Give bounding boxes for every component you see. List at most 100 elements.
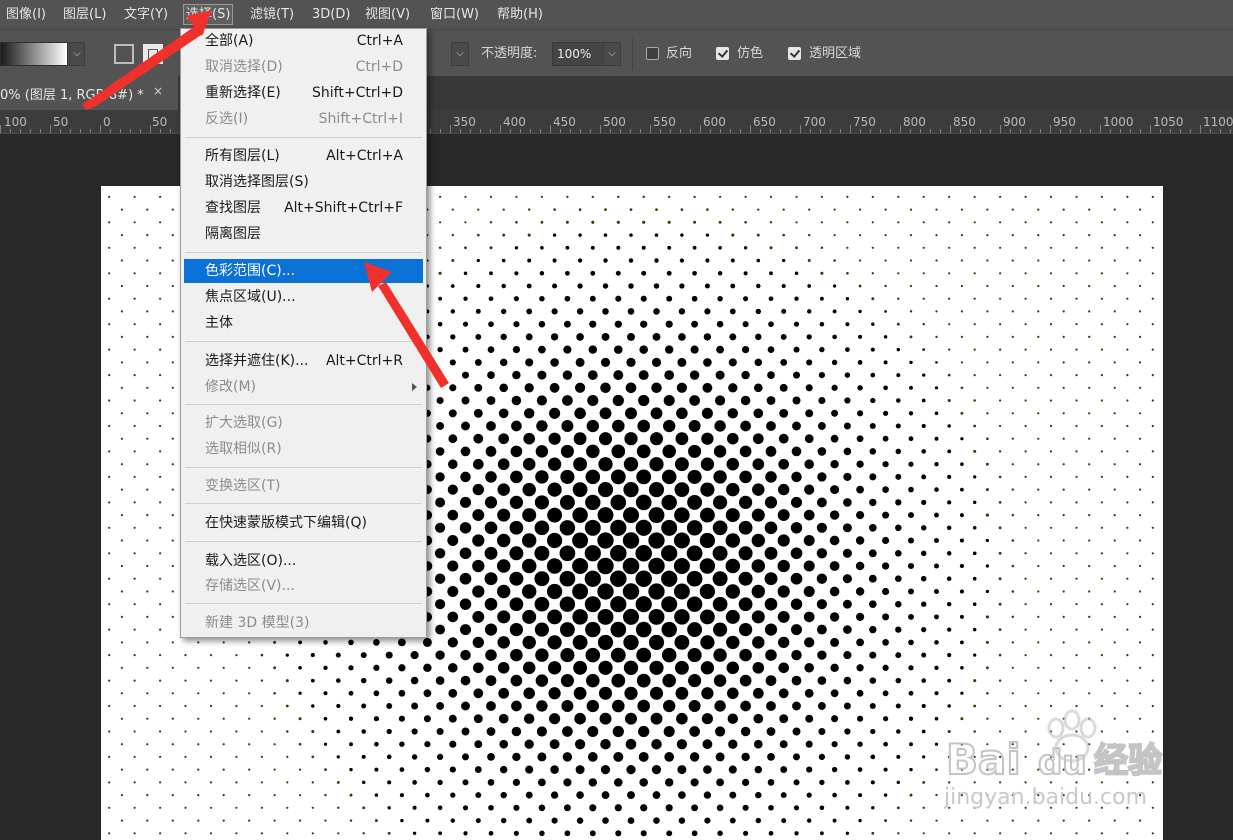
- ruler-tick: [1020, 129, 1021, 133]
- menu-item-load-selection[interactable]: 载入选区(O)...: [184, 549, 423, 573]
- opacity-input[interactable]: 100%: [552, 42, 604, 66]
- close-icon[interactable]: ×: [153, 84, 163, 98]
- ruler-tick: [1040, 129, 1041, 133]
- ruler-label: 0: [103, 115, 111, 129]
- ruler-tick: [140, 129, 141, 133]
- menu-type[interactable]: 文字(Y): [124, 5, 168, 24]
- menu-item-transform-selection[interactable]: 变换选区(T): [184, 474, 423, 498]
- menu-item-select-all[interactable]: 全部(A) Ctrl+A: [184, 29, 423, 53]
- ruler-tick: [560, 129, 561, 133]
- ruler-tick: [90, 129, 91, 133]
- menu-item-grow[interactable]: 扩大选取(G): [184, 411, 423, 435]
- menu-item-reselect[interactable]: 重新选择(E) Shift+Ctrl+D: [184, 81, 423, 105]
- menu-help[interactable]: 帮助(H): [497, 5, 543, 24]
- menu-item-similar[interactable]: 选取相似(R): [184, 437, 423, 461]
- ruler-tick: [80, 129, 81, 133]
- dither-checkbox[interactable]: [716, 47, 729, 60]
- menu-layer[interactable]: 图层(L): [63, 5, 106, 24]
- mode-inner-square-icon: [148, 49, 158, 59]
- ruler-tick: [1050, 125, 1051, 133]
- ruler-tick: [500, 125, 501, 133]
- ruler-label: 650: [753, 115, 776, 129]
- mode-linear-icon[interactable]: [143, 44, 163, 64]
- gradient-preview[interactable]: [0, 42, 68, 66]
- ruler-label: 600: [703, 115, 726, 129]
- menu-select[interactable]: 选择(S): [183, 4, 234, 25]
- ruler-label: 400: [503, 115, 526, 129]
- menu-item-save-selection[interactable]: 存储选区(V)...: [184, 574, 423, 598]
- gradient-dropdown-chevron-icon[interactable]: ⌵: [69, 42, 85, 66]
- ruler-tick: [40, 129, 41, 133]
- ruler-tick: [600, 125, 601, 133]
- menu-item-color-range[interactable]: 色彩范围(C)...: [184, 259, 423, 283]
- menu-item-isolate-layers[interactable]: 隔离图层: [184, 222, 423, 246]
- menu-item-deselect-layers[interactable]: 取消选择图层(S): [184, 170, 423, 194]
- menu-item-find-layers[interactable]: 查找图层 Alt+Shift+Ctrl+F: [184, 196, 423, 220]
- menu-view[interactable]: 视图(V): [365, 5, 410, 24]
- ruler-label: 950: [1053, 115, 1076, 129]
- mode-dropdown-chevron-icon[interactable]: ⌵: [451, 42, 469, 66]
- menu-separator: [185, 252, 422, 253]
- ruler-label: 100: [4, 115, 27, 129]
- ruler-tick: [990, 129, 991, 133]
- menu-item-select-and-mask[interactable]: 选择并遮住(K)... Alt+Ctrl+R: [184, 349, 423, 373]
- ruler-tick: [850, 125, 851, 133]
- ruler-tick: [960, 129, 961, 133]
- ruler-tick: [1210, 129, 1211, 133]
- menu-item-subject[interactable]: 主体: [184, 311, 423, 335]
- reverse-label: 反向: [666, 46, 693, 61]
- ruler-tick: [630, 129, 631, 133]
- transparency-checkbox[interactable]: [788, 47, 801, 60]
- menu-filter[interactable]: 滤镜(T): [250, 5, 294, 24]
- ruler-tick: [1090, 129, 1091, 133]
- reverse-checkbox[interactable]: [646, 47, 659, 60]
- ruler-tick: [930, 129, 931, 133]
- ruler-tick: [1150, 125, 1151, 133]
- ruler-tick: [880, 129, 881, 133]
- menu-item-focus-area[interactable]: 焦点区域(U)...: [184, 285, 423, 309]
- ruler-tick: [940, 129, 941, 133]
- ruler-label: 450: [553, 115, 576, 129]
- ruler-tick: [590, 129, 591, 133]
- ruler-tick: [910, 129, 911, 133]
- ruler-tick: [490, 129, 491, 133]
- ruler-tick: [1060, 129, 1061, 133]
- menu-separator: [185, 467, 422, 468]
- ruler-tick: [710, 129, 711, 133]
- menu-separator: [185, 404, 422, 405]
- menu-separator: [185, 541, 422, 542]
- ruler-tick: [1160, 129, 1161, 133]
- menu-item-quick-mask[interactable]: 在快速蒙版模式下编辑(Q): [184, 511, 423, 535]
- ruler-tick: [480, 129, 481, 133]
- document-tab[interactable]: 0% (图层 1, RGB/8#) * ×: [0, 76, 178, 110]
- ruler-tick: [740, 129, 741, 133]
- mode-square-icon[interactable]: [114, 44, 134, 64]
- ruler-tick: [1100, 125, 1101, 133]
- ruler-label: 50: [53, 115, 69, 129]
- menu-image[interactable]: 图像(I): [6, 5, 46, 24]
- menu-item-inverse[interactable]: 反选(I) Shift+Ctrl+I: [184, 107, 423, 131]
- ruler-tick: [60, 129, 61, 133]
- ruler-tick: [970, 129, 971, 133]
- menu-window[interactable]: 窗口(W): [430, 5, 479, 24]
- ruler-tick: [1200, 125, 1201, 133]
- menu-item-deselect[interactable]: 取消选择(D) Ctrl+D: [184, 55, 423, 79]
- ruler-tick: [790, 129, 791, 133]
- menu-item-new-3d-model[interactable]: 新建 3D 模型(3): [184, 611, 423, 635]
- ruler-tick: [1010, 129, 1011, 133]
- ruler-tick: [1030, 129, 1031, 133]
- opacity-dropdown-chevron-icon[interactable]: ⌵: [603, 42, 621, 66]
- ruler-tick: [430, 129, 431, 133]
- menu-3d[interactable]: 3D(D): [312, 5, 350, 24]
- dither-label: 仿色: [737, 46, 764, 61]
- ruler-tick: [700, 125, 701, 133]
- menu-item-all-layers[interactable]: 所有图层(L) Alt+Ctrl+A: [184, 144, 423, 168]
- ruler-tick: [690, 129, 691, 133]
- ruler-tick: [70, 129, 71, 133]
- ruler-tick: [670, 129, 671, 133]
- ruler-tick: [820, 129, 821, 133]
- ruler-tick: [580, 129, 581, 133]
- ruler-tick: [1180, 129, 1181, 133]
- ruler-tick: [1000, 125, 1001, 133]
- menu-item-modify[interactable]: 修改(M): [184, 375, 423, 399]
